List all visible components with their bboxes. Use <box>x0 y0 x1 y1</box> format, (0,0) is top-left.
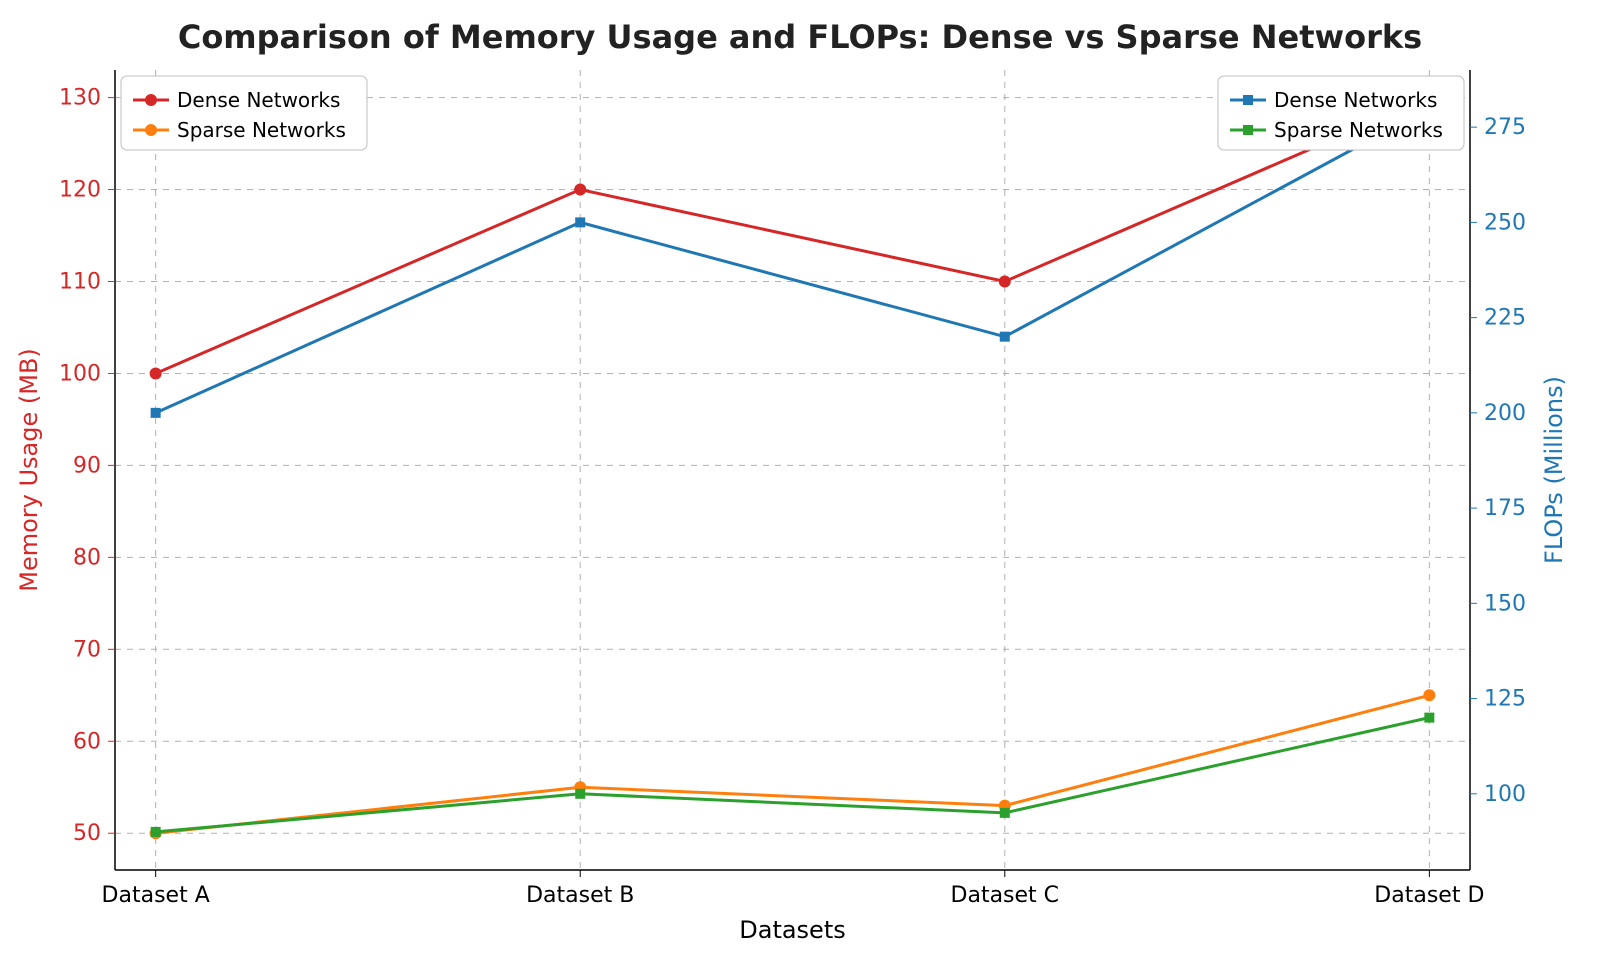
left-y-tick-label: 80 <box>73 545 101 570</box>
right-y-axis-label: FLOPs (Millions) <box>1540 376 1568 564</box>
right-y-tick-label: 100 <box>1484 782 1526 807</box>
left-y-axis-label: Memory Usage (MB) <box>15 348 43 592</box>
x-tick-label: Dataset D <box>1374 883 1484 908</box>
x-axis-label: Datasets <box>739 916 846 944</box>
data-point <box>151 827 161 837</box>
line-flops-sparse-networks <box>156 718 1430 832</box>
left-y-tick-label: 50 <box>73 821 101 846</box>
line-flops-dense-networks <box>156 108 1430 413</box>
data-point <box>575 217 585 227</box>
x-tick-label: Dataset B <box>526 883 634 908</box>
data-point <box>151 408 161 418</box>
chart-svg: Dataset A Dataset B Dataset C Dataset D Data… <box>0 0 1600 954</box>
right-y-tick-label: 150 <box>1484 591 1526 616</box>
legend-entry: Dense Networks <box>177 88 340 112</box>
data-point <box>999 275 1011 287</box>
data-point <box>1000 808 1010 818</box>
data-point <box>1424 713 1434 723</box>
left-y-tick-label: 90 <box>73 453 101 478</box>
right-y-tick-label: 225 <box>1484 306 1526 331</box>
x-tick-label: Dataset C <box>951 883 1060 908</box>
right-y-tick-label: 200 <box>1484 401 1526 426</box>
legend-entry: Sparse Networks <box>177 118 346 142</box>
left-y-tick-label: 120 <box>59 178 101 203</box>
legend-entry: Sparse Networks <box>1274 118 1443 142</box>
right-y-tick-label: 175 <box>1484 496 1526 521</box>
legend-entry: Dense Networks <box>1274 88 1437 112</box>
data-point <box>150 367 162 379</box>
right-y-tick-label: 250 <box>1484 210 1526 235</box>
right-y-tick-label: 275 <box>1484 115 1526 140</box>
left-y-tick-label: 100 <box>59 361 101 386</box>
left-y-tick-label: 70 <box>73 637 101 662</box>
data-point <box>1423 689 1435 701</box>
chart-title: Comparison of Memory Usage and FLOPs: De… <box>0 18 1600 56</box>
line-mem-sparse-networks <box>156 695 1430 833</box>
data-point <box>575 789 585 799</box>
right-y-tick-label: 125 <box>1484 687 1526 712</box>
data-point <box>574 184 586 196</box>
x-tick-label: Dataset A <box>102 883 210 908</box>
data-point <box>1000 332 1010 342</box>
left-y-tick-label: 60 <box>73 729 101 754</box>
left-y-tick-label: 110 <box>59 269 101 294</box>
left-y-tick-label: 130 <box>59 86 101 111</box>
chart-container: Comparison of Memory Usage and FLOPs: De… <box>0 0 1600 954</box>
